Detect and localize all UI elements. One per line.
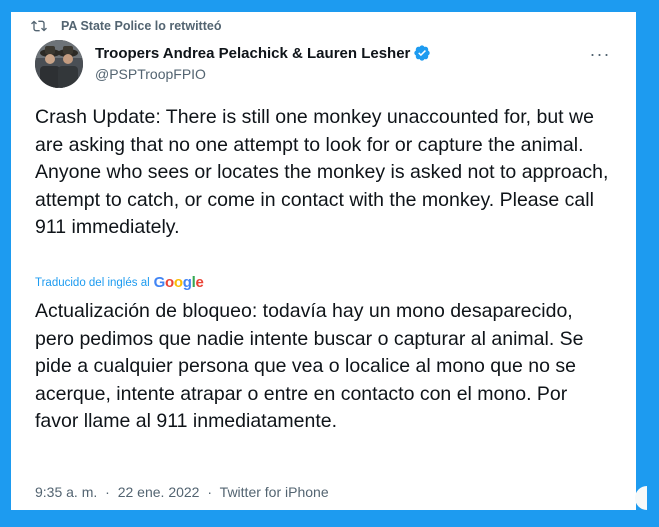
- translated-text: Actualización de bloqueo: todavía hay un…: [35, 300, 584, 432]
- retweet-icon: [31, 20, 47, 32]
- tweet-header: Troopers Andrea Pelachick & Lauren Leshe…: [35, 40, 615, 92]
- tweet-date[interactable]: 22 ene. 2022: [118, 484, 200, 500]
- avatar-troopers-icon: [35, 40, 83, 88]
- translation-attribution[interactable]: Traducido del inglés al Google: [35, 274, 204, 291]
- author-block: Troopers Andrea Pelachick & Lauren Leshe…: [95, 44, 431, 82]
- retweet-label[interactable]: PA State Police lo retwitteó: [61, 19, 221, 33]
- author-handle[interactable]: @PSPTroopFPIO: [95, 66, 431, 82]
- tweet-meta: 9:35 a. m. · 22 ene. 2022 · Twitter for …: [35, 484, 329, 500]
- retweet-context: PA State Police lo retwitteó: [31, 18, 221, 34]
- author-name[interactable]: Troopers Andrea Pelachick & Lauren Leshe…: [95, 45, 410, 62]
- tweet-time[interactable]: 9:35 a. m.: [35, 484, 97, 500]
- scroll-handle[interactable]: [635, 486, 647, 510]
- more-options-icon[interactable]: ···: [585, 40, 615, 68]
- meta-separator: ·: [207, 484, 213, 500]
- meta-separator: ·: [105, 484, 110, 500]
- tweet-card: PA State Police lo retwitteó Troopers An…: [11, 12, 647, 510]
- verified-badge-icon: [414, 45, 431, 61]
- tweet-source[interactable]: Twitter for iPhone: [220, 484, 329, 500]
- translated-label: Traducido del inglés al: [35, 276, 150, 289]
- google-logo: Google: [153, 274, 204, 291]
- author-name-line[interactable]: Troopers Andrea Pelachick & Lauren Leshe…: [95, 44, 431, 62]
- tweet-text: Crash Update: There is still one monkey …: [35, 106, 609, 238]
- avatar[interactable]: [35, 40, 83, 88]
